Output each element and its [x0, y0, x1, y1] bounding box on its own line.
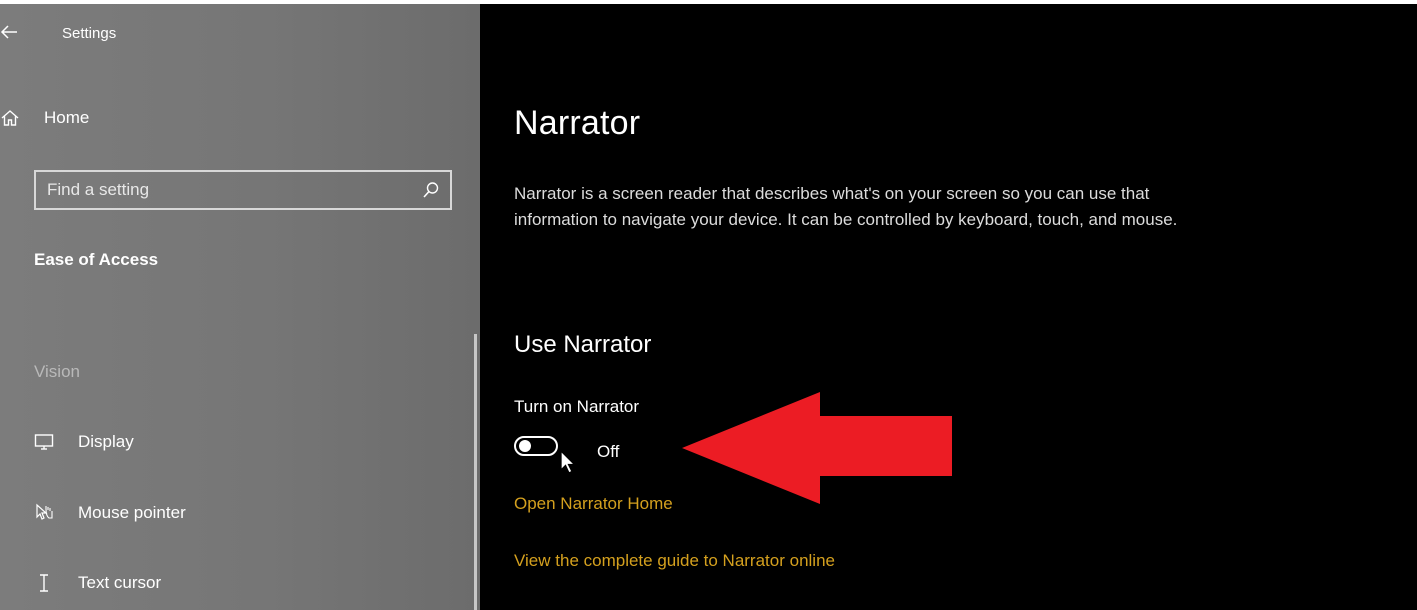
search-input[interactable] [47, 180, 407, 200]
narrator-guide-link[interactable]: View the complete guide to Narrator onli… [514, 551, 835, 571]
back-arrow-icon[interactable] [0, 22, 20, 45]
title-bar: Settings [0, 22, 116, 45]
text-cursor-icon [34, 573, 54, 593]
sidebar-scrollbar[interactable] [474, 334, 477, 610]
home-icon [0, 108, 20, 128]
main-content: Narrator Narrator is a screen reader tha… [480, 4, 1417, 610]
sidebar-item-label: Display [78, 432, 134, 451]
sidebar-item-text-cursor[interactable]: Text cursor [34, 573, 161, 593]
sidebar-item-display[interactable]: Display [34, 432, 134, 452]
sidebar-item-mouse-pointer[interactable]: Mouse pointer [34, 503, 186, 523]
open-narrator-home-link[interactable]: Open Narrator Home [514, 494, 673, 514]
search-icon[interactable] [422, 181, 440, 199]
section-title: Ease of Access [34, 250, 159, 269]
page-title: Narrator [514, 104, 641, 142]
group-label-vision: Vision [34, 362, 80, 381]
page-description: Narrator is a screen reader that describ… [514, 184, 1178, 229]
sidebar-item-label: Mouse pointer [78, 503, 186, 522]
toggle-knob [519, 440, 531, 452]
mouse-pointer-icon [34, 503, 54, 523]
toggle-label: Turn on Narrator [514, 397, 640, 416]
mouse-cursor-icon [559, 449, 579, 478]
section-heading: Use Narrator [514, 331, 652, 358]
narrator-toggle[interactable] [514, 436, 558, 456]
settings-window: Settings Home Ease of Access Vision Disp… [0, 0, 1417, 610]
sidebar-item-home[interactable]: Home [0, 108, 89, 128]
monitor-icon [34, 432, 54, 452]
red-arrow-annotation [682, 392, 952, 504]
search-box[interactable] [34, 170, 452, 210]
sidebar-item-label: Text cursor [78, 573, 162, 592]
sidebar: Settings Home Ease of Access Vision Disp… [0, 4, 480, 610]
toggle-state: Off [597, 442, 620, 461]
home-label: Home [44, 108, 90, 127]
window-title: Settings [62, 25, 117, 42]
